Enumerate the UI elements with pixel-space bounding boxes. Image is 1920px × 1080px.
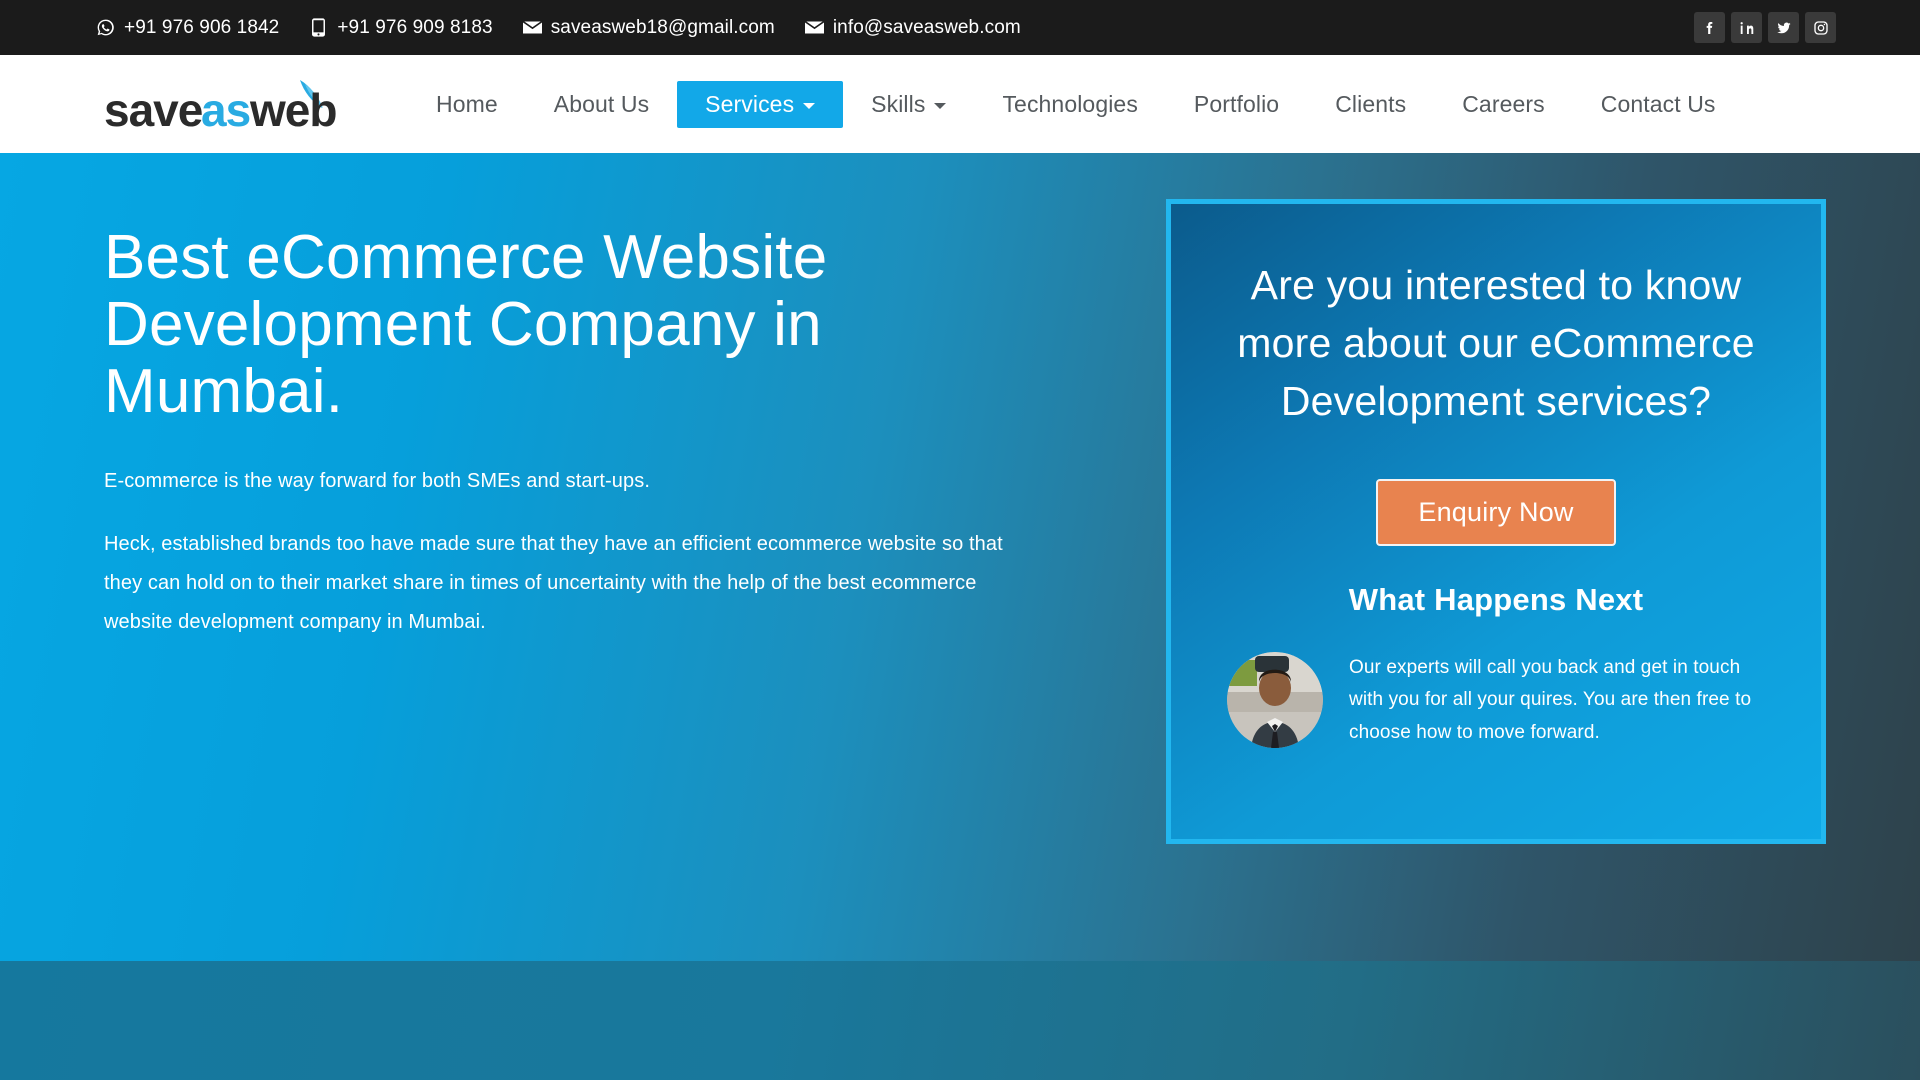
what-happens-next-heading: What Happens Next [1348,581,1644,617]
nav-item-home-label: Home [436,90,498,117]
nav-item-portfolio[interactable]: Portfolio [1166,81,1307,128]
social-links [1694,12,1836,43]
chevron-down-icon [803,103,816,109]
contact-phone[interactable]: +91 976 909 8183 [309,16,493,39]
nav-item-services[interactable]: Services [677,80,844,128]
hero-paragraph: Heck, established brands too have made s… [104,532,1003,633]
envelope-icon [804,18,824,37]
hero-content: Best eCommerce Website Development Compa… [104,153,1104,961]
nav-item-home[interactable]: Home [408,81,526,128]
contact-email-gmail[interactable]: saveasweb18@gmail.com [522,16,775,39]
top-contact-bar: +91 976 906 1842 +91 976 909 8183 saveas… [0,0,1920,55]
avatar [1227,651,1323,748]
nav-item-services-label: Services [705,90,795,117]
nav-item-careers-label: Careers [1462,90,1545,117]
nav-item-careers[interactable]: Careers [1434,81,1573,128]
instagram-icon[interactable] [1805,12,1836,43]
nav-item-skills-label: Skills [871,90,926,117]
nav-item-skills[interactable]: Skills [843,81,974,128]
contact-whatsapp-text: +91 976 906 1842 [124,16,280,38]
facebook-icon[interactable] [1694,12,1725,43]
main-navigation: Home About Us Services Skills Technologi… [408,80,1744,128]
site-header: save as web Home About Us Services Skill… [0,55,1920,153]
next-section-strip [0,961,1920,1080]
enquiry-now-button[interactable]: Enquiry Now [1376,478,1616,546]
page-title: Best eCommerce Website Development Compa… [104,223,828,426]
contact-email-gmail-text: saveasweb18@gmail.com [550,16,775,38]
nav-item-portfolio-label: Portfolio [1193,90,1280,117]
envelope-icon [522,18,542,37]
nav-item-about-us[interactable]: About Us [526,81,677,128]
svg-text:web: web [249,84,336,134]
nav-item-clients-label: Clients [1335,90,1407,117]
linkedin-icon[interactable] [1731,12,1762,43]
svg-text:as: as [201,84,250,134]
chevron-down-icon [934,103,947,109]
nav-item-contact-us-label: Contact Us [1600,90,1716,117]
contact-email-info-text: info@saveasweb.com [832,16,1021,38]
expert-block: Our experts will call you back and get i… [1211,651,1781,750]
enquiry-card-title: Are you interested to know more about ou… [1237,262,1755,425]
contact-email-info[interactable]: info@saveasweb.com [804,16,1021,39]
hero-card-wrapper: Are you interested to know more about ou… [1104,153,1826,961]
hero-section: Best eCommerce Website Development Compa… [0,153,1920,961]
site-logo[interactable]: save as web [104,74,336,134]
nav-item-about-us-label: About Us [553,90,650,117]
nav-item-technologies[interactable]: Technologies [974,81,1165,128]
expert-description: Our experts will call you back and get i… [1349,656,1752,743]
nav-item-technologies-label: Technologies [1002,90,1138,117]
contact-phone-text: +91 976 909 8183 [337,16,493,38]
contact-list: +91 976 906 1842 +91 976 909 8183 saveas… [96,17,1021,39]
whatsapp-icon [96,18,115,37]
contact-whatsapp[interactable]: +91 976 906 1842 [96,17,279,39]
nav-item-contact-us[interactable]: Contact Us [1573,81,1744,128]
phone-icon [309,18,328,37]
hero-subtitle: E-commerce is the way forward for both S… [104,469,650,492]
enquiry-card: Are you interested to know more about ou… [1166,199,1826,844]
twitter-icon[interactable] [1768,12,1799,43]
svg-text:save: save [104,84,203,134]
nav-item-clients[interactable]: Clients [1307,81,1434,128]
